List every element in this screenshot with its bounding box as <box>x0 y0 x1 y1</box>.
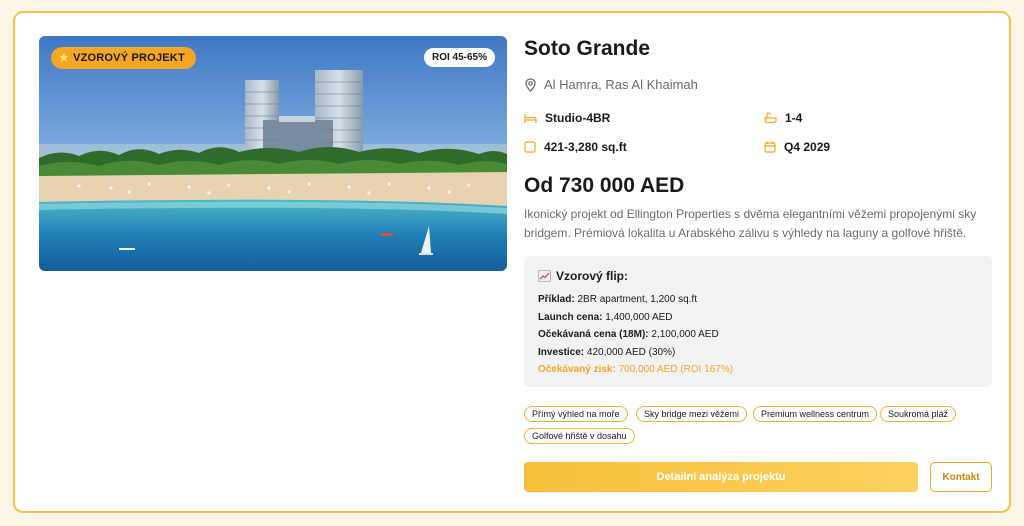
project-title: Soto Grande <box>524 37 651 60</box>
flip-title: Vzorový flip: <box>538 269 978 283</box>
flip-row-investment: Investice: 420,000 AED (30%) <box>538 346 676 358</box>
spec-units: Studio-4BR <box>524 111 610 125</box>
project-location: Al Hamra, Ras Al Khaimah <box>524 77 698 92</box>
spec-area: 421-3,280 sq.ft <box>524 140 627 154</box>
project-photo: ★ VZOROVÝ PROJEKT ROI 45-65% <box>39 36 507 271</box>
star-icon: ★ <box>59 52 70 64</box>
project-price: Od 730 000 AED <box>524 174 685 197</box>
contact-button[interactable]: Kontakt <box>930 462 992 492</box>
project-analysis-button[interactable]: Detailní analýza projektu <box>524 462 918 492</box>
bathtub-icon <box>764 112 777 124</box>
project-description: Ikonický projekt od Ellington Properties… <box>524 207 977 240</box>
flip-row-launch-price: Launch cena: 1,400,000 AED <box>538 311 673 323</box>
roi-badge: ROI 45-65% <box>423 48 495 67</box>
feature-tag: Golfové hřiště v dosahu <box>524 428 635 444</box>
chart-increasing-icon <box>538 270 551 282</box>
feature-tag: Soukromá pláž <box>880 406 957 422</box>
project-card: ★ VZOROVÝ PROJEKT ROI 45-65% Soto Grande … <box>13 11 1011 513</box>
bed-icon <box>524 113 537 123</box>
flip-row-expected-price: Očekávaná cena (18M): 2,100,000 AED <box>538 329 719 340</box>
map-pin-icon <box>525 77 536 92</box>
project-rendering-image <box>39 36 507 271</box>
spec-bathrooms: 1-4 <box>764 111 802 125</box>
flip-row-expected-profit: Očekávaný zisk: 700,000 AED (ROI 167%) <box>538 364 734 375</box>
area-square-icon <box>524 141 536 153</box>
flip-row-example: Příklad: 2BR apartment, 1,200 sq.ft <box>538 294 697 305</box>
sample-flip-panel: Vzorový flip: Příklad: 2BR apartment, 1,… <box>524 256 992 387</box>
feature-tag: Sky bridge mezi věžemi <box>636 406 748 422</box>
spec-completion: Q4 2029 <box>764 140 830 154</box>
calendar-icon <box>764 141 776 153</box>
feature-tag: Přímý výhled na moře <box>524 406 628 422</box>
sample-project-badge: ★ VZOROVÝ PROJEKT <box>51 47 196 69</box>
feature-tag: Premium wellness centrum <box>753 406 878 422</box>
